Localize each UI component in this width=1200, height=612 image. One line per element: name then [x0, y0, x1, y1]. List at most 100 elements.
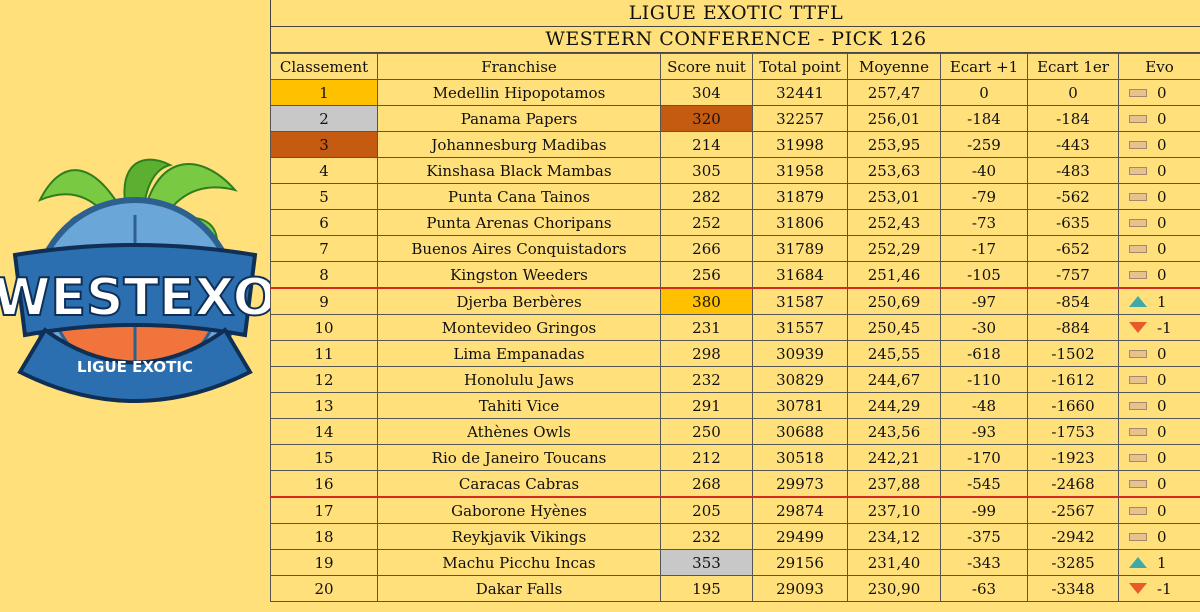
ecart-plus-1-cell: 0	[941, 80, 1028, 106]
ecart-1er-cell: -3285	[1028, 550, 1119, 576]
ecart-plus-1-cell: -79	[941, 184, 1028, 210]
ecart-1er-cell: -1612	[1028, 367, 1119, 393]
rank-cell: 7	[271, 236, 378, 262]
total-cell: 30939	[753, 341, 848, 367]
col-moyenne: Moyenne	[848, 54, 941, 80]
flat-bar-icon	[1129, 454, 1147, 462]
evo-value: -1	[1157, 319, 1172, 337]
team-cell: Medellin Hipopotamos	[378, 80, 661, 106]
ecart-1er-cell: -1753	[1028, 419, 1119, 445]
ecart-plus-1-cell: -110	[941, 367, 1028, 393]
team-cell: Dakar Falls	[378, 576, 661, 602]
evo-value: -1	[1157, 580, 1172, 598]
evo-cell: 0	[1119, 367, 1200, 393]
evo-value: 0	[1157, 240, 1167, 258]
ecart-1er-cell: 0	[1028, 80, 1119, 106]
total-cell: 30688	[753, 419, 848, 445]
table-row: 6Punta Arenas Choripans25231806252,43-73…	[271, 210, 1200, 236]
score-cell: 268	[661, 471, 753, 498]
ecart-plus-1-cell: -97	[941, 288, 1028, 315]
evo-cell: 1	[1119, 288, 1200, 315]
evo-value: 1	[1157, 293, 1167, 311]
ecart-1er-cell: -757	[1028, 262, 1119, 289]
ecart-plus-1-cell: -343	[941, 550, 1028, 576]
evo-value: 0	[1157, 397, 1167, 415]
standings-table: Classement Franchise Score nuit Total po…	[270, 53, 1200, 602]
score-cell: 232	[661, 524, 753, 550]
evo-value: 0	[1157, 371, 1167, 389]
table-row: 12Honolulu Jaws23230829244,67-110-16120	[271, 367, 1200, 393]
ecart-1er-cell: -562	[1028, 184, 1119, 210]
avg-cell: 230,90	[848, 576, 941, 602]
evo-value: 0	[1157, 188, 1167, 206]
table-row: 1Medellin Hipopotamos30432441257,47000	[271, 80, 1200, 106]
ecart-1er-cell: -635	[1028, 210, 1119, 236]
evo-cell: 0	[1119, 445, 1200, 471]
avg-cell: 242,21	[848, 445, 941, 471]
evo-cell: -1	[1119, 576, 1200, 602]
total-cell: 30829	[753, 367, 848, 393]
table-row: 2Panama Papers32032257256,01-184-1840	[271, 106, 1200, 132]
evo-value: 1	[1157, 554, 1167, 572]
score-cell: 305	[661, 158, 753, 184]
score-cell: 252	[661, 210, 753, 236]
ecart-plus-1-cell: -184	[941, 106, 1028, 132]
col-score-nuit: Score nuit	[661, 54, 753, 80]
ecart-plus-1-cell: -99	[941, 497, 1028, 524]
team-cell: Panama Papers	[378, 106, 661, 132]
avg-cell: 251,46	[848, 262, 941, 289]
table-row: 7Buenos Aires Conquistadors26631789252,2…	[271, 236, 1200, 262]
rank-cell: 14	[271, 419, 378, 445]
evo-value: 0	[1157, 475, 1167, 493]
score-cell: 250	[661, 419, 753, 445]
total-cell: 30781	[753, 393, 848, 419]
team-cell: Lima Empanadas	[378, 341, 661, 367]
score-cell: 298	[661, 341, 753, 367]
total-cell: 31998	[753, 132, 848, 158]
rank-cell: 17	[271, 497, 378, 524]
rank-cell: 19	[271, 550, 378, 576]
flat-bar-icon	[1129, 193, 1147, 201]
avg-cell: 252,43	[848, 210, 941, 236]
flat-bar-icon	[1129, 402, 1147, 410]
total-cell: 29499	[753, 524, 848, 550]
rank-cell: 4	[271, 158, 378, 184]
arrow-up-icon	[1129, 557, 1147, 568]
total-cell: 31958	[753, 158, 848, 184]
evo-cell: 0	[1119, 393, 1200, 419]
arrow-up-icon	[1129, 296, 1147, 307]
avg-cell: 252,29	[848, 236, 941, 262]
table-row: 4Kinshasa Black Mambas30531958253,63-40-…	[271, 158, 1200, 184]
logo-panel: WESTEXO LIGUE EXOTIC	[0, 0, 270, 608]
col-ecart-plus-1: Ecart +1	[941, 54, 1028, 80]
evo-value: 0	[1157, 449, 1167, 467]
score-cell: 353	[661, 550, 753, 576]
ecart-plus-1-cell: -40	[941, 158, 1028, 184]
ecart-1er-cell: -2567	[1028, 497, 1119, 524]
evo-value: 0	[1157, 266, 1167, 284]
table-row: 17Gaborone Hyènes20529874237,10-99-25670	[271, 497, 1200, 524]
rank-cell: 18	[271, 524, 378, 550]
ecart-1er-cell: -1923	[1028, 445, 1119, 471]
total-cell: 32257	[753, 106, 848, 132]
team-cell: Tahiti Vice	[378, 393, 661, 419]
avg-cell: 253,01	[848, 184, 941, 210]
score-cell: 195	[661, 576, 753, 602]
avg-cell: 250,45	[848, 315, 941, 341]
avg-cell: 237,88	[848, 471, 941, 498]
table-row: 19Machu Picchu Incas35329156231,40-343-3…	[271, 550, 1200, 576]
arrow-down-icon	[1129, 583, 1147, 594]
score-cell: 304	[661, 80, 753, 106]
flat-bar-icon	[1129, 480, 1147, 488]
total-cell: 32441	[753, 80, 848, 106]
page-subtitle: WESTERN CONFERENCE - PICK 126	[270, 26, 1200, 53]
rank-cell: 16	[271, 471, 378, 498]
ecart-1er-cell: -884	[1028, 315, 1119, 341]
table-row: 5Punta Cana Tainos28231879253,01-79-5620	[271, 184, 1200, 210]
evo-cell: 0	[1119, 158, 1200, 184]
table-row: 20Dakar Falls19529093230,90-63-3348-1	[271, 576, 1200, 602]
ecart-plus-1-cell: -93	[941, 419, 1028, 445]
table-row: 18Reykjavik Vikings23229499234,12-375-29…	[271, 524, 1200, 550]
ecart-1er-cell: -184	[1028, 106, 1119, 132]
team-cell: Rio de Janeiro Toucans	[378, 445, 661, 471]
